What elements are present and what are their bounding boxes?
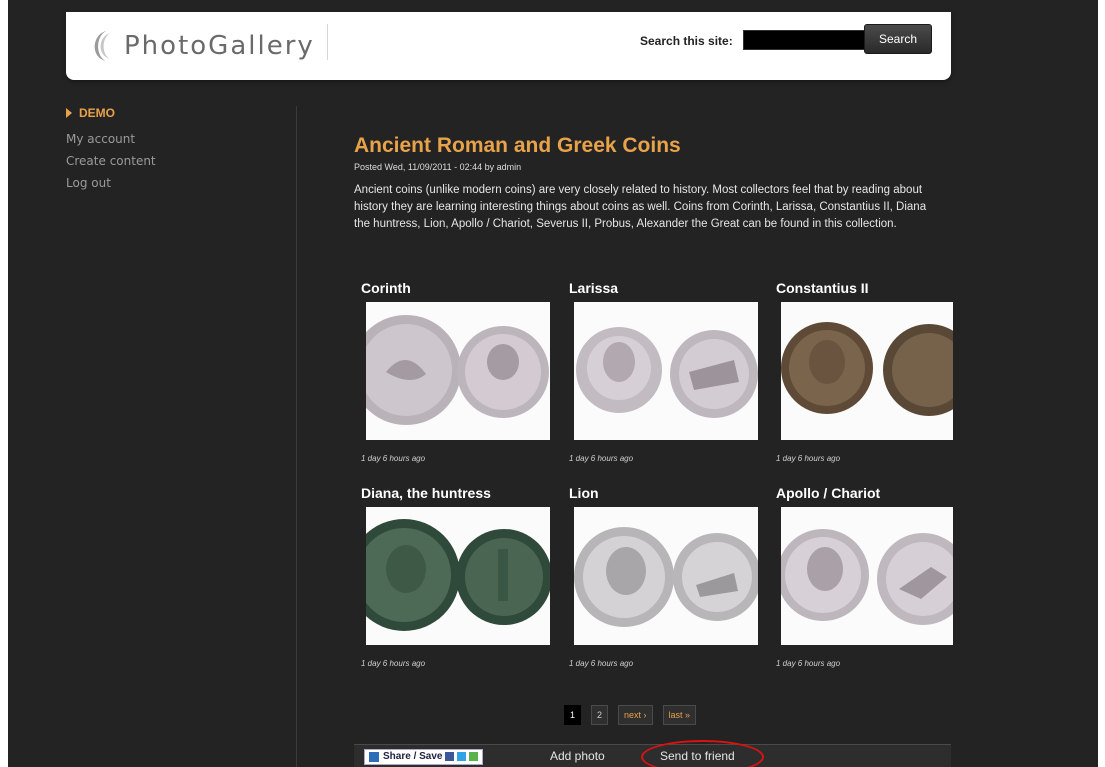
facebook-icon [445, 752, 455, 761]
share-label: Share / Save [383, 751, 443, 762]
article-actions: Share / Save Add photo Send to friend [354, 740, 951, 767]
twitter-icon [457, 752, 467, 761]
share-plus-icon [369, 751, 379, 762]
logo-text: PhotoGallery [124, 31, 315, 61]
gallery-item-time: 1 day 6 hours ago [776, 454, 841, 463]
gallery-item-time: 1 day 6 hours ago [361, 454, 426, 463]
add-photo-link[interactable]: Add photo [550, 749, 605, 763]
article-title[interactable]: Ancient Roman and Greek Coins [354, 134, 954, 158]
sidebar-link-my-account[interactable]: My account [66, 132, 296, 146]
site-header: PhotoGallery Search this site: Search [66, 12, 951, 80]
logo-divider [327, 24, 328, 60]
gallery-item-title[interactable]: Larissa [569, 280, 762, 296]
coin-photo[interactable] [781, 302, 953, 440]
coin-photo[interactable] [366, 507, 550, 645]
gallery-item-diana[interactable]: Diana, the huntress 1 day 6 hours ago [354, 485, 554, 668]
gallery-item-corinth[interactable]: Corinth 1 day 6 hours ago [354, 280, 554, 463]
sidebar-link-log-out[interactable]: Log out [66, 176, 296, 190]
gallery-item-apollo-chariot[interactable]: Apollo / Chariot 1 day 6 hours ago [769, 485, 969, 668]
pager-current: 1 [564, 705, 582, 725]
gallery-item-larissa[interactable]: Larissa 1 day 6 hours ago [562, 280, 762, 463]
pager-next[interactable]: next › [618, 705, 653, 725]
sidebar-heading-label: DEMO [79, 106, 115, 120]
gallery-item-lion[interactable]: Lion 1 day 6 hours ago [562, 485, 762, 668]
gallery-item-title[interactable]: Corinth [361, 280, 554, 296]
coin-image-diana [366, 507, 550, 645]
photo-gallery: Corinth 1 day 6 hours ago Larissa 1 day … [354, 280, 954, 668]
gallery-item-time: 1 day 6 hours ago [569, 659, 634, 668]
article-meta: Posted Wed, 11/09/2011 - 02:44 by admin [354, 162, 522, 172]
page: PhotoGallery Search this site: Search DE… [8, 0, 1098, 767]
search-label: Search this site: [640, 34, 733, 48]
logo-crescent-icon [94, 31, 110, 61]
coin-photo[interactable] [781, 507, 953, 645]
coin-image-lion [574, 507, 758, 645]
coin-image-corinth [366, 302, 550, 440]
gallery-item-time: 1 day 6 hours ago [569, 454, 634, 463]
coin-photo[interactable] [574, 507, 758, 645]
sidebar: DEMO My account Create content Log out [66, 106, 296, 198]
coin-image-larissa [574, 302, 758, 440]
sidebar-heading[interactable]: DEMO [66, 106, 296, 120]
triangle-right-icon [66, 108, 72, 118]
gallery-item-constantius-ii[interactable]: Constantius II 1 day 6 hours ago [769, 280, 969, 463]
sidebar-divider [296, 106, 297, 767]
highlight-circle [641, 740, 764, 767]
gallery-item-time: 1 day 6 hours ago [776, 659, 841, 668]
pager-last[interactable]: last » [662, 705, 697, 725]
search-input[interactable] [743, 30, 865, 50]
coin-image-apollo-chariot [781, 507, 953, 645]
pager-page-2[interactable]: 2 [591, 705, 609, 725]
gallery-item-title[interactable]: Constantius II [776, 280, 969, 296]
article: Ancient Roman and Greek Coins Posted Wed… [354, 134, 954, 233]
coin-photo[interactable] [366, 302, 550, 440]
search-button[interactable]: Search [864, 24, 932, 54]
article-intro: Ancient coins (unlike modern coins) are … [354, 184, 927, 230]
gallery-item-title[interactable]: Apollo / Chariot [776, 485, 969, 501]
gallery-item-title[interactable]: Diana, the huntress [361, 485, 554, 501]
sidebar-link-create-content[interactable]: Create content [66, 154, 296, 168]
share-more-icon [469, 752, 479, 761]
pager: 1 2 next › last » [564, 705, 697, 725]
coin-photo[interactable] [574, 302, 758, 440]
gallery-item-title[interactable]: Lion [569, 485, 762, 501]
share-save-button[interactable]: Share / Save [364, 748, 484, 765]
gallery-item-time: 1 day 6 hours ago [361, 659, 426, 668]
coin-image-constantius-ii [781, 302, 953, 440]
site-logo[interactable]: PhotoGallery [84, 26, 315, 66]
